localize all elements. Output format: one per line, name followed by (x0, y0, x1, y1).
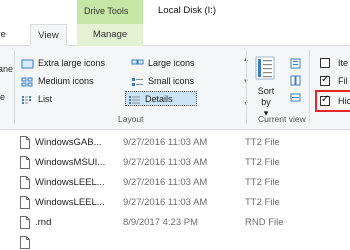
group-separator (246, 50, 247, 124)
sort-by-text: Sort by (257, 86, 275, 107)
layout-list[interactable]: List (19, 92, 127, 107)
layout-gallery: Extra large icons Large icons Medium ico… (19, 56, 241, 110)
group-separator (14, 50, 15, 124)
size-columns-to-fit-icon[interactable] (290, 92, 301, 103)
sort-by-button[interactable]: Sort by ▾ (250, 56, 282, 118)
file-type: TT2 File (245, 157, 280, 168)
add-columns-icon[interactable] (290, 75, 301, 86)
item-check-boxes-label: Ite (338, 58, 349, 68)
file-name: WindowsMSUI... (35, 157, 106, 168)
file-row[interactable]: WindowsGAB... 9/27/2016 11:03 AM TT2 Fil… (0, 133, 350, 153)
tab-view[interactable]: View (30, 24, 67, 46)
file-name-extensions-label: Fil (338, 76, 348, 86)
window-title: Local Disk (I:) (158, 5, 217, 16)
file-type: RND File (245, 217, 284, 228)
file-date-modified: 9/27/2016 11:03 AM (123, 197, 208, 208)
file-icon (20, 156, 30, 169)
file-type: TT2 File (245, 177, 280, 188)
file-icon (20, 176, 30, 189)
item-check-boxes-checkbox[interactable] (320, 58, 330, 68)
tab-share[interactable]: are (0, 24, 16, 46)
file-date-modified: 9/27/2016 11:03 AM (123, 137, 208, 148)
file-date-modified: 8/9/2017 4:23 PM (123, 217, 198, 228)
file-name: WindowsGAB... (35, 137, 102, 148)
item-check-boxes-option[interactable]: Ite (318, 56, 350, 71)
list-icon (22, 96, 31, 104)
ribbon-view-panel: ane le Extra large icons Large icons (0, 46, 350, 130)
layout-item-label: Medium icons (38, 76, 94, 86)
tab-manage[interactable]: Manage (77, 24, 143, 46)
extra-large-icons-icon (21, 59, 34, 69)
layout-item-label: Large icons (148, 58, 195, 68)
file-name-extensions-option[interactable]: Fil (318, 74, 350, 89)
file-row[interactable]: WindowsLEEL... 9/27/2016 11:03 AM TT2 Fi… (0, 173, 350, 193)
layout-group-label: Layout (118, 114, 144, 124)
medium-icons-icon (21, 77, 33, 87)
layout-item-label: Details (145, 94, 173, 104)
ribbon-tab-row: are View Manage (0, 24, 350, 46)
layout-large-icons[interactable]: Large icons (129, 56, 241, 71)
file-icon (20, 216, 30, 229)
file-row[interactable]: WindowsLEEL... 9/27/2016 11:03 AM TT2 Fi… (0, 193, 350, 213)
file-date-modified: 9/27/2016 11:03 AM (123, 177, 208, 188)
group-separator (309, 50, 310, 124)
details-pane-label[interactable]: le (0, 92, 5, 102)
file-type: TT2 File (245, 137, 280, 148)
file-name: WindowsLEEL... (35, 197, 105, 208)
title-bar: Drive Tools Local Disk (I:) (0, 0, 350, 24)
explorer-window: Drive Tools Local Disk (I:) are View Man… (0, 0, 350, 250)
file-icon (20, 236, 30, 249)
hidden-items-highlight-box (315, 90, 350, 112)
large-icons-icon (131, 59, 144, 65)
file-row[interactable] (0, 233, 350, 250)
layout-item-label: List (38, 94, 53, 104)
group-by-icon[interactable] (290, 58, 301, 69)
file-list: WindowsGAB... 9/27/2016 11:03 AM TT2 Fil… (0, 131, 350, 250)
file-name: WindowsLEEL... (35, 177, 105, 188)
file-row[interactable]: .rnd 8/9/2017 4:23 PM RND File (0, 213, 350, 233)
small-icons-icon (132, 78, 143, 86)
file-name-extensions-checkbox[interactable] (320, 74, 330, 86)
sort-by-icon (255, 56, 275, 80)
navigation-pane-label[interactable]: ane (0, 64, 13, 74)
file-name: .rnd (35, 217, 52, 228)
file-icon (20, 196, 30, 209)
drive-tools-context-header: Drive Tools (77, 0, 143, 24)
layout-item-label: Extra large icons (38, 58, 106, 68)
layout-item-label: Small icons (148, 76, 195, 86)
file-date-modified: 9/27/2016 11:03 AM (123, 157, 208, 168)
current-view-group-label: Current view (258, 114, 306, 124)
file-icon (20, 136, 30, 149)
layout-extra-large-icons[interactable]: Extra large icons (19, 56, 127, 71)
details-icon (129, 96, 140, 104)
file-type: TT2 File (245, 197, 280, 208)
layout-details[interactable]: Details (125, 91, 197, 106)
layout-medium-icons[interactable]: Medium icons (19, 74, 127, 89)
file-row[interactable]: WindowsMSUI... 9/27/2016 11:03 AM TT2 Fi… (0, 153, 350, 173)
current-view-small-buttons (290, 58, 302, 104)
layout-small-icons[interactable]: Small icons (129, 74, 241, 89)
